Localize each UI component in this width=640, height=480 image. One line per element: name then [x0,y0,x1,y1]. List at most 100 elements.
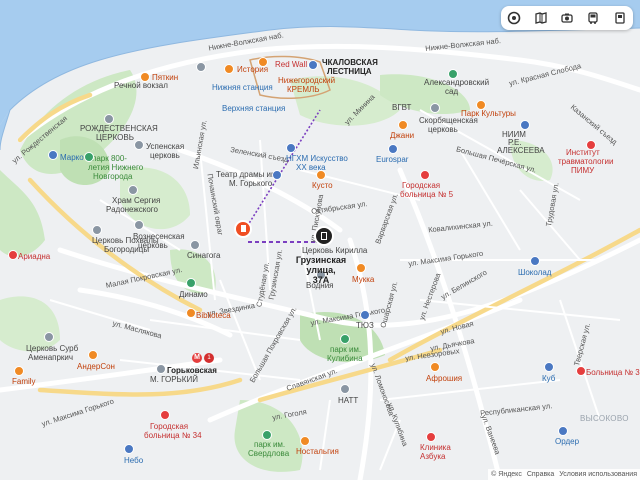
place-label: Нижняя станция [212,83,273,92]
hospital-icon[interactable] [586,140,596,150]
monument-icon[interactable] [156,364,166,374]
shop-icon[interactable] [530,256,540,266]
synagogue-icon[interactable] [190,240,200,250]
place-label: Небо [124,456,144,465]
destination-name: Грузинская улица, [295,255,347,275]
shop-icon[interactable] [8,250,18,260]
place-label: Богородицы [104,245,150,254]
terms-link[interactable]: Условия использования [559,469,637,480]
library-icon[interactable] [186,308,196,318]
place-label: ЦЕРКОВЬ [96,133,134,142]
layers-icon [507,11,521,25]
church-icon[interactable] [44,332,54,342]
map-book-icon [534,12,547,24]
metro-icon[interactable]: М [192,353,202,363]
museum-icon[interactable] [286,143,296,153]
church-icon[interactable] [134,220,144,230]
place-label: Red Wall [275,60,308,69]
place-label: НГХМ Искусство [286,154,348,163]
help-link[interactable]: Справка [527,469,554,480]
shop-icon[interactable] [558,426,568,436]
place-label: Синагога [187,251,221,260]
shop-icon[interactable] [48,150,58,160]
map-canvas[interactable]: Нижне-Волжская наб. Нижне-Волжская наб. … [0,0,640,480]
park-icon[interactable] [340,334,350,344]
place-label: церковь [150,151,180,160]
church-icon[interactable] [430,103,440,113]
place-label: Family [12,377,36,386]
place-label: Аменапркич [28,353,74,362]
place-label: парк им. [254,440,286,449]
park-icon[interactable] [262,430,272,440]
clinic-icon[interactable] [426,432,436,442]
place-label: Куб [542,374,556,383]
hospital-icon[interactable] [420,170,430,180]
place-label: Городская [150,422,189,431]
restaurant-icon[interactable] [398,120,408,130]
place-label: Верхняя станция [222,104,286,113]
map-toolbar [501,6,633,30]
place-label: Радонежского [106,205,158,214]
transport-button[interactable] [583,8,603,28]
park-icon[interactable] [448,69,458,79]
restaurant-icon[interactable] [356,263,366,273]
panorama-icon [615,12,625,24]
place-label: парк 800- [92,154,127,163]
camera-button[interactable] [557,8,577,28]
cafe-icon[interactable] [88,350,98,360]
origin-flag-icon[interactable] [234,220,252,238]
park-icon[interactable] [84,152,94,162]
place-label: Храм Сергия [112,196,161,205]
place-label: М. Горького [229,179,273,188]
shop-icon[interactable] [430,362,440,372]
place-label: Кусто [312,181,333,190]
place-label: Институт [566,148,600,157]
church-icon[interactable] [104,114,114,124]
place-label: летия Нижнего [88,163,144,172]
monument-icon[interactable] [520,120,530,130]
place-label: Eurospar [376,155,409,164]
church-icon[interactable] [128,185,138,195]
supermarket-icon[interactable] [388,144,398,154]
map-book-button[interactable] [531,8,551,28]
destination-building-icon[interactable] [314,226,334,246]
theatre-icon[interactable] [272,170,282,180]
place-label: Марко [60,153,84,162]
hospital-icon[interactable] [160,410,170,420]
panorama-button[interactable] [610,8,630,28]
place-label: Ностальгия [296,447,339,456]
place-label: Александровский [424,78,490,87]
metro-line-badge: 1 [204,353,214,363]
restaurant-icon[interactable] [124,444,134,454]
place-label: Церковь Кирилла [302,246,368,255]
restaurant-icon[interactable] [316,170,326,180]
place-label: Ариадна [18,252,51,261]
museum-icon[interactable] [224,64,234,74]
theatre-icon[interactable] [360,310,370,320]
landmark-icon[interactable] [308,60,318,70]
copyright-bar: © Яндекс Справка Условия использования [488,469,640,480]
hospital-icon[interactable] [576,366,586,376]
place-label: Городская [402,181,441,190]
yandex-copyright[interactable]: © Яндекс [491,469,522,480]
restaurant-icon[interactable] [258,57,268,67]
amusement-icon[interactable] [476,100,486,110]
shop-icon[interactable] [14,366,24,376]
shop-icon[interactable] [544,362,554,372]
building-icon[interactable] [340,384,350,394]
place-label: Клиника [420,443,451,452]
place-label: Парк Культуры [461,109,516,118]
layers-button[interactable] [504,8,524,28]
place-label: АндерСон [77,362,115,371]
restaurant-icon[interactable] [300,436,310,446]
place-label: Азбука [420,452,446,461]
bus-stop-icon[interactable] [196,62,206,72]
place-label: Больница № 35 [586,368,640,377]
place-label: РОЖДЕСТВЕНСКАЯ [80,124,158,133]
church-icon[interactable] [92,225,102,235]
cafe-icon[interactable] [140,72,150,82]
camera-icon [561,13,573,23]
place-label: церковь [428,125,458,134]
church-icon[interactable] [134,140,144,150]
stadium-icon[interactable] [186,278,196,288]
